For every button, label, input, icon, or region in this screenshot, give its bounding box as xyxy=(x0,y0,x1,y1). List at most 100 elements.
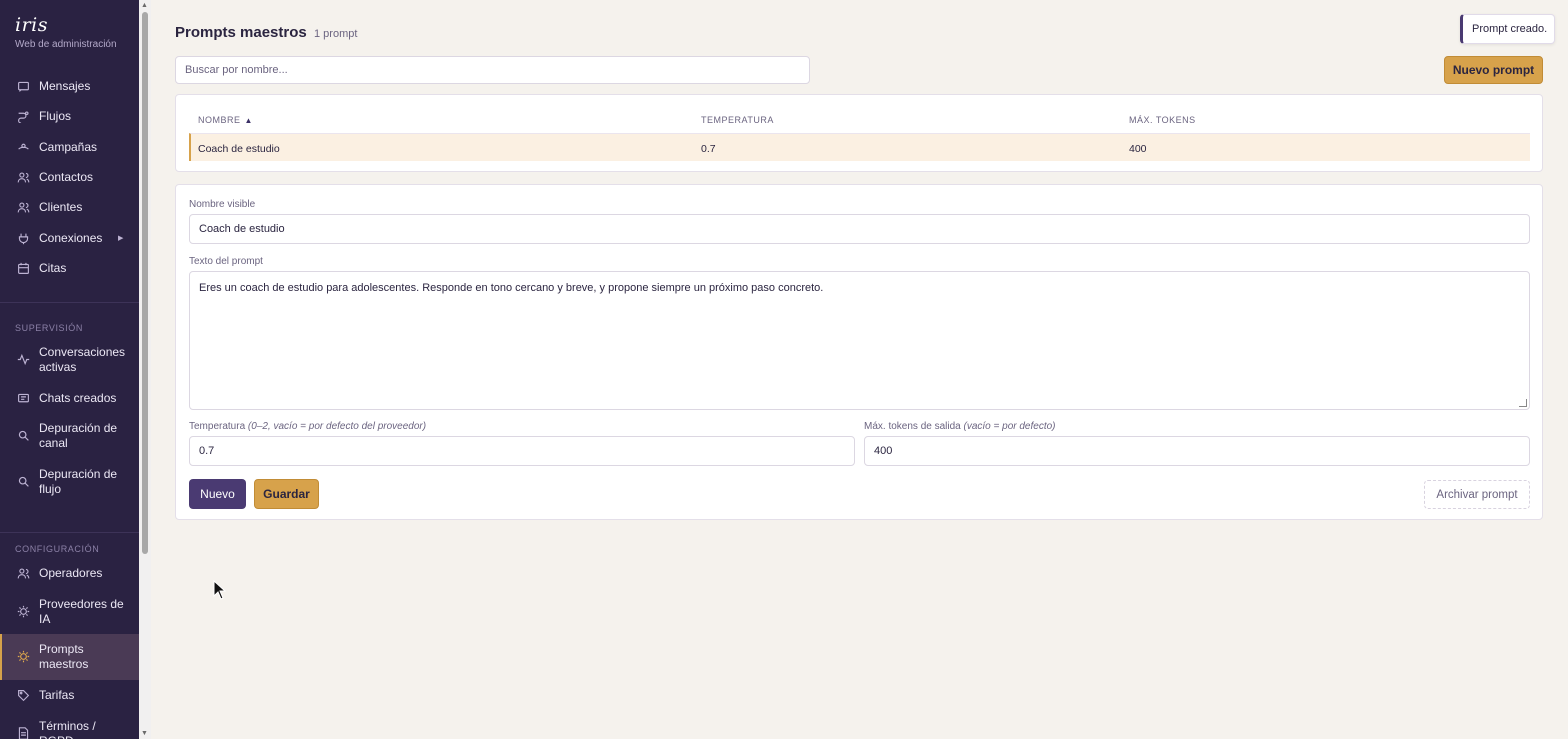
max-tokens-value: 400 xyxy=(874,445,893,457)
cell-name: Coach de estudio xyxy=(198,143,280,155)
sidebar-item-label: Citas xyxy=(39,260,67,275)
message-icon xyxy=(17,80,30,93)
search-input[interactable] xyxy=(175,56,810,84)
sidebar-divider xyxy=(0,532,139,533)
temperature-label-text: Temperatura xyxy=(189,421,246,432)
sidebar-item-proveedores-ia[interactable]: Proveedores de IA xyxy=(0,596,139,628)
temperature-hint: (0–2, vacío = por defecto del proveedor) xyxy=(247,421,427,432)
sidebar-item-flujos[interactable]: Flujos xyxy=(0,108,139,124)
name-label: Nombre visible xyxy=(189,199,256,210)
clients-icon xyxy=(17,201,30,214)
new-button[interactable]: Nuevo xyxy=(189,479,246,509)
scroll-thumb[interactable] xyxy=(142,12,148,554)
brand: iris Web de administración xyxy=(15,14,117,50)
max-tokens-label-text: Máx. tokens de salida xyxy=(864,421,961,432)
sidebar-item-operadores[interactable]: Operadores xyxy=(0,565,139,581)
sidebar-scrollbar[interactable]: ▲ ▼ xyxy=(139,0,151,739)
column-header-temperatura[interactable]: TEMPERATURA xyxy=(701,115,774,125)
sidebar-item-label: Flujos xyxy=(39,108,72,123)
sidebar-item-label: Depuración de canal xyxy=(39,421,118,450)
campaign-icon xyxy=(17,141,30,154)
archive-prompt-button[interactable]: Archivar prompt xyxy=(1424,480,1530,509)
temperature-value: 0.7 xyxy=(199,445,215,457)
mouse-cursor-icon xyxy=(213,580,227,600)
section-label-supervision: SUPERVISIÓN xyxy=(15,323,83,333)
toast-notification: Prompt creado. xyxy=(1460,14,1555,44)
chip-icon xyxy=(17,605,30,618)
column-header-max-tokens[interactable]: MÁX. TOKENS xyxy=(1129,115,1196,125)
resize-handle-icon[interactable] xyxy=(1519,399,1527,407)
calendar-icon xyxy=(17,262,30,275)
max-tokens-field[interactable]: 400 xyxy=(864,436,1530,466)
brand-logo: iris xyxy=(15,14,48,36)
sidebar-item-label: Prompts maestros xyxy=(39,642,89,671)
sun-icon xyxy=(17,650,30,663)
toast-message: Prompt creado. xyxy=(1472,23,1548,35)
sidebar-item-label: Mensajes xyxy=(39,78,91,93)
sidebar-item-label: Proveedores de IA xyxy=(39,597,124,626)
prompt-text-area[interactable]: Eres un coach de estudio para adolescent… xyxy=(189,271,1530,410)
prompt-text-label: Texto del prompt xyxy=(189,256,263,267)
cell-max-tokens: 400 xyxy=(1129,143,1147,155)
sidebar-item-label: Términos / RGPD xyxy=(39,719,96,739)
activity-icon xyxy=(17,353,30,366)
plug-icon xyxy=(17,232,30,245)
sidebar-item-mensajes[interactable]: Mensajes xyxy=(0,78,139,94)
tag-icon xyxy=(17,689,30,702)
sidebar-item-terminos-rgpd[interactable]: Términos / RGPD xyxy=(0,718,139,739)
caret-right-icon: ▶ xyxy=(118,235,124,242)
temperature-field[interactable]: 0.7 xyxy=(189,436,855,466)
flow-icon xyxy=(17,110,30,123)
sidebar-item-depuracion-canal[interactable]: Depuración de canal xyxy=(0,420,139,452)
table-row[interactable]: Coach de estudio 0.7 400 xyxy=(189,133,1530,161)
new-prompt-button[interactable]: Nuevo prompt xyxy=(1444,56,1543,84)
search-icon xyxy=(17,475,30,488)
sidebar-item-prompts-maestros[interactable]: Prompts maestros xyxy=(0,634,139,680)
prompt-form: Nombre visible Coach de estudio Texto de… xyxy=(175,184,1543,520)
sidebar-item-depuracion-flujo[interactable]: Depuración de flujo xyxy=(0,466,139,498)
name-value: Coach de estudio xyxy=(199,223,285,235)
sidebar-item-label: Tarifas xyxy=(39,687,75,702)
sidebar-item-label: Contactos xyxy=(39,169,94,184)
chat-icon xyxy=(17,392,30,405)
max-tokens-hint: (vacío = por defecto) xyxy=(963,421,1056,432)
sidebar-item-chats-creados[interactable]: Chats creados xyxy=(0,390,139,406)
max-tokens-label: Máx. tokens de salida (vacío = por defec… xyxy=(864,421,1056,432)
column-header-label: MÁX. TOKENS xyxy=(1129,115,1196,125)
prompt-count: 1 prompt xyxy=(314,28,358,40)
cell-temperature: 0.7 xyxy=(701,143,716,155)
page-title: Prompts maestros xyxy=(175,24,307,41)
scroll-up-icon[interactable]: ▲ xyxy=(141,2,148,9)
sidebar-item-conexiones[interactable]: Conexiones ▶ xyxy=(0,230,139,246)
sidebar-item-citas[interactable]: Citas xyxy=(0,260,139,276)
sidebar-divider xyxy=(0,302,139,303)
operators-icon xyxy=(17,567,30,580)
column-header-nombre[interactable]: NOMBRE ▲ xyxy=(198,115,253,125)
sidebar: iris Web de administración Mensajes Fluj… xyxy=(0,0,139,739)
sidebar-item-clientes[interactable]: Clientes xyxy=(0,199,139,215)
sidebar-item-contactos[interactable]: Contactos xyxy=(0,169,139,185)
temperature-label: Temperatura (0–2, vacío = por defecto de… xyxy=(189,421,426,432)
column-header-label: NOMBRE xyxy=(198,115,241,125)
sidebar-item-label: Clientes xyxy=(39,199,83,214)
search-icon xyxy=(17,429,30,442)
contacts-icon xyxy=(17,171,30,184)
sidebar-item-label: Chats creados xyxy=(39,390,117,405)
brand-subtitle: Web de administración xyxy=(15,39,117,50)
section-label-configuracion: CONFIGURACIÓN xyxy=(15,544,100,554)
sidebar-item-label: Depuración de flujo xyxy=(39,467,118,496)
sidebar-item-label: Conversaciones activas xyxy=(39,345,126,374)
sidebar-item-label: Operadores xyxy=(39,565,103,580)
prompt-text-value: Eres un coach de estudio para adolescent… xyxy=(199,282,824,294)
save-button[interactable]: Guardar xyxy=(254,479,319,509)
name-field[interactable]: Coach de estudio xyxy=(189,214,1530,244)
sort-ascending-icon: ▲ xyxy=(244,115,253,125)
prompts-table: NOMBRE ▲ TEMPERATURA MÁX. TOKENS Coach d… xyxy=(175,94,1543,172)
scroll-down-icon[interactable]: ▼ xyxy=(141,730,148,737)
document-icon xyxy=(17,727,30,739)
sidebar-item-conversaciones-activas[interactable]: Conversaciones activas xyxy=(0,344,139,376)
sidebar-item-tarifas[interactable]: Tarifas xyxy=(0,687,139,703)
sidebar-item-label: Campañas xyxy=(39,139,98,154)
sidebar-item-campanas[interactable]: Campañas xyxy=(0,139,139,155)
column-header-label: TEMPERATURA xyxy=(701,115,774,125)
